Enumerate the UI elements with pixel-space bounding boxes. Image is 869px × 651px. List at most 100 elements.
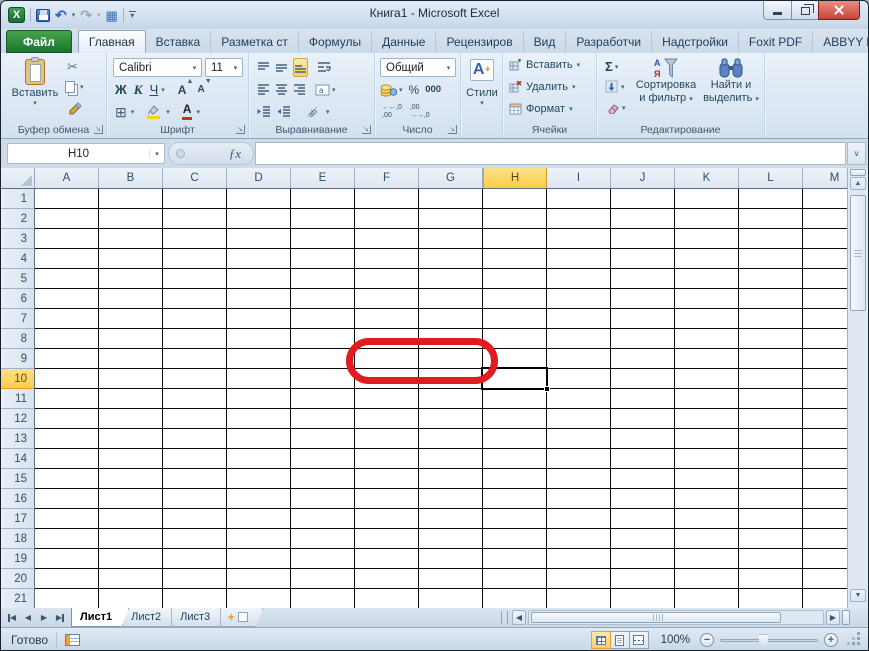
ribbon-tab-вид[interactable]: Вид xyxy=(524,31,567,53)
decrease-indent-button[interactable] xyxy=(257,102,271,121)
scroll-left-icon[interactable]: ◀ xyxy=(512,610,526,625)
select-all-corner[interactable] xyxy=(1,168,35,189)
row-header-13[interactable]: 13 xyxy=(1,429,34,449)
copy-dropdown-icon[interactable]: ▾ xyxy=(80,83,84,91)
find-select-button[interactable]: Найти и выделить ▾ xyxy=(701,57,761,104)
column-header-D[interactable]: D xyxy=(227,168,291,188)
column-header-H[interactable]: H xyxy=(483,168,547,188)
zoom-in-button[interactable]: + xyxy=(824,633,838,647)
paste-button[interactable]: Вставить ▾ xyxy=(9,59,61,107)
resize-grip[interactable] xyxy=(848,633,862,647)
row-header-3[interactable]: 3 xyxy=(1,229,34,249)
underline-button[interactable]: Ч xyxy=(150,80,159,99)
number-format-select[interactable]: Общий▾ xyxy=(380,58,456,77)
align-center-button[interactable] xyxy=(275,80,288,99)
cut-button[interactable]: ✂ xyxy=(67,59,78,75)
expand-formula-bar-icon[interactable]: ∨ xyxy=(847,142,866,165)
font-size-select[interactable]: 11▾ xyxy=(205,58,243,77)
align-middle-button[interactable] xyxy=(275,58,288,77)
copy-button[interactable]: ▾ xyxy=(65,81,84,93)
column-header-I[interactable]: I xyxy=(547,168,611,188)
italic-button[interactable]: К xyxy=(134,80,143,99)
zoom-slider[interactable] xyxy=(720,639,818,642)
scroll-up-icon[interactable]: ▲ xyxy=(850,177,866,190)
font-dialog-launcher-icon[interactable] xyxy=(236,125,245,134)
font-color-button[interactable]: А xyxy=(182,103,193,119)
percent-style-button[interactable]: % xyxy=(409,80,420,99)
page-break-view-button[interactable] xyxy=(629,631,649,649)
wrap-text-button[interactable] xyxy=(317,58,331,77)
ribbon-tab-надстройки[interactable]: Надстройки xyxy=(652,31,739,53)
tab-scrollbar-splitter[interactable] xyxy=(501,611,508,624)
row-header-18[interactable]: 18 xyxy=(1,529,34,549)
row-header-5[interactable]: 5 xyxy=(1,269,34,289)
row-header-2[interactable]: 2 xyxy=(1,209,34,229)
ribbon-tab-данные[interactable]: Данные xyxy=(372,31,436,53)
delete-cells-button[interactable]: Удалить▾ xyxy=(509,81,576,93)
clipboard-dialog-launcher-icon[interactable] xyxy=(94,125,103,134)
close-button[interactable] xyxy=(818,1,860,20)
column-header-K[interactable]: K xyxy=(675,168,739,188)
row-header-10[interactable]: 10 xyxy=(1,369,34,389)
macro-record-icon[interactable] xyxy=(65,634,80,646)
format-painter-button[interactable] xyxy=(67,101,82,116)
orientation-button[interactable]: ab xyxy=(305,102,320,121)
vertical-scrollbar[interactable]: ▲ ▼ xyxy=(847,168,867,608)
bold-button[interactable]: Ж xyxy=(115,80,127,99)
name-box[interactable]: H10 ▾ xyxy=(7,143,165,164)
row-header-20[interactable]: 20 xyxy=(1,569,34,589)
grow-font-button[interactable]: А▲ xyxy=(178,80,187,99)
align-left-button[interactable] xyxy=(257,80,270,99)
row-header-9[interactable]: 9 xyxy=(1,349,34,369)
row-header-12[interactable]: 12 xyxy=(1,409,34,429)
horizontal-split-handle[interactable] xyxy=(842,610,850,625)
cells-area[interactable] xyxy=(35,189,847,608)
next-sheet-icon[interactable]: ▶ xyxy=(37,611,51,625)
accounting-format-button[interactable] xyxy=(380,80,397,99)
zoom-level[interactable]: 100% xyxy=(661,634,690,646)
column-header-A[interactable]: A xyxy=(35,168,99,188)
prev-sheet-icon[interactable]: ◀ xyxy=(21,611,35,625)
alignment-dialog-launcher-icon[interactable] xyxy=(362,125,371,134)
horizontal-scroll-thumb[interactable] xyxy=(531,612,781,623)
accounting-dropdown-icon[interactable]: ▾ xyxy=(399,86,403,94)
formula-input[interactable] xyxy=(255,142,846,165)
zoom-slider-thumb[interactable] xyxy=(759,635,768,648)
styles-dropdown-icon[interactable]: ▾ xyxy=(480,100,484,108)
fill-color-button[interactable] xyxy=(146,104,162,119)
ribbon-tab-file[interactable]: Файл xyxy=(6,30,72,53)
minimize-button[interactable] xyxy=(763,1,792,20)
decrease-decimal-button[interactable]: ,00→→,0 xyxy=(410,102,430,121)
styles-button[interactable]: A✦ Стили ▾ xyxy=(464,59,500,108)
fill-button[interactable]: ▾ xyxy=(605,80,625,93)
column-header-F[interactable]: F xyxy=(355,168,419,188)
row-header-1[interactable]: 1 xyxy=(1,189,34,209)
sort-filter-button[interactable]: А Я Сортировка и фильтр ▾ xyxy=(633,57,699,104)
column-header-J[interactable]: J xyxy=(611,168,675,188)
row-header-16[interactable]: 16 xyxy=(1,489,34,509)
sheet-tab-лист2[interactable]: Лист2 xyxy=(122,608,178,627)
underline-dropdown-icon[interactable]: ▾ xyxy=(161,86,165,94)
align-top-button[interactable] xyxy=(257,58,270,77)
borders-dropdown-icon[interactable]: ▾ xyxy=(131,108,135,116)
ribbon-tab-рецензиров[interactable]: Рецензиров xyxy=(436,31,523,53)
row-header-8[interactable]: 8 xyxy=(1,329,34,349)
row-header-14[interactable]: 14 xyxy=(1,449,34,469)
vertical-split-handle[interactable] xyxy=(850,169,866,176)
row-header-19[interactable]: 19 xyxy=(1,549,34,569)
sheet-tab-лист1[interactable]: Лист1 xyxy=(71,608,129,627)
fill-handle[interactable] xyxy=(544,386,550,392)
page-layout-view-button[interactable] xyxy=(610,631,630,649)
paste-dropdown-icon[interactable]: ▾ xyxy=(33,99,37,107)
row-header-7[interactable]: 7 xyxy=(1,309,34,329)
name-box-dropdown-icon[interactable]: ▾ xyxy=(149,150,164,158)
clear-button[interactable]: ▾ xyxy=(605,102,626,114)
increase-indent-button[interactable] xyxy=(277,102,291,121)
last-sheet-icon[interactable]: ▶ xyxy=(53,611,67,625)
scroll-right-icon[interactable]: ▶ xyxy=(826,610,840,625)
row-header-15[interactable]: 15 xyxy=(1,469,34,489)
restore-button[interactable] xyxy=(791,1,819,20)
align-right-button[interactable] xyxy=(293,80,306,99)
autosum-button[interactable]: Σ▾ xyxy=(605,59,618,74)
column-header-C[interactable]: C xyxy=(163,168,227,188)
